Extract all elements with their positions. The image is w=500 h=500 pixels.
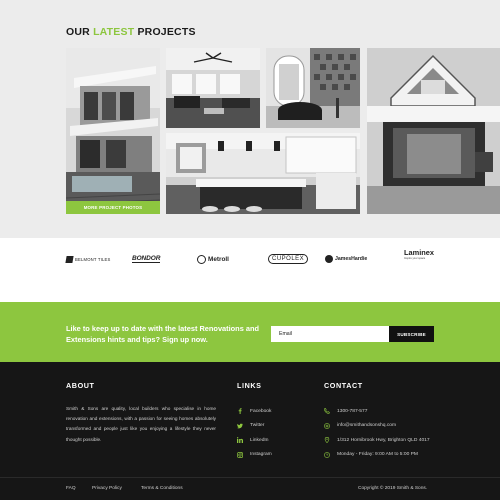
privacy-policy-link[interactable]: Privacy Policy bbox=[92, 486, 122, 491]
contact-hours: Monday - Friday: 9:00 AM to 5:00 PM bbox=[324, 448, 430, 462]
twitter-link[interactable]: Twitter bbox=[237, 419, 272, 433]
contact-address: 1/312 Hornibrook Hwy, Brighton QLD 4017 bbox=[324, 433, 430, 447]
newsletter-text: Like to keep up to date with the latest … bbox=[66, 324, 260, 344]
footer: ABOUT Smith & Sons are quality, local bu… bbox=[0, 362, 500, 500]
james-hardie-logo: JamesHardie bbox=[325, 250, 367, 268]
links-heading: LINKS bbox=[237, 381, 262, 390]
facebook-icon bbox=[237, 408, 243, 414]
section-title: OUR LATEST PROJECTS bbox=[66, 26, 196, 38]
faq-link[interactable]: FAQ bbox=[66, 486, 76, 491]
project-photo-bathroom[interactable] bbox=[266, 48, 360, 128]
title-accent: LATEST bbox=[93, 26, 135, 38]
email-icon bbox=[324, 422, 330, 429]
project-photo-house-facade[interactable] bbox=[367, 48, 500, 214]
contact-list: 1300-787-577 info@smithandsonshq.com 1/3… bbox=[324, 404, 430, 462]
brand-logos: BELMONT TILES BONDOR Metroll CUPOLEX Jam… bbox=[0, 238, 500, 302]
project-photo-kitchen[interactable] bbox=[166, 133, 360, 214]
laminex-logo: Laminex Inspire your space bbox=[404, 248, 434, 261]
facebook-link[interactable]: Facebook bbox=[237, 404, 272, 418]
title-prefix: OUR bbox=[66, 26, 90, 38]
contact-email[interactable]: info@smithandsonshq.com bbox=[324, 419, 430, 433]
newsletter-section: Like to keep up to date with the latest … bbox=[0, 302, 500, 362]
twitter-icon bbox=[237, 423, 243, 429]
linkedin-icon bbox=[237, 437, 243, 443]
metroll-ring-icon bbox=[197, 254, 206, 264]
terms-conditions-link[interactable]: Terms & Conditions bbox=[141, 486, 183, 491]
copyright-text: Copyright © 2019 Smith & Sons. bbox=[358, 486, 428, 491]
belmont-mark-icon bbox=[65, 255, 74, 263]
projects-section: OUR LATEST PROJECTS MORE PROJECT PHOTOS bbox=[0, 0, 500, 238]
instagram-link[interactable]: Instagram bbox=[237, 448, 272, 462]
more-project-photos-button[interactable]: MORE PROJECT PHOTOS bbox=[66, 201, 160, 214]
email-input[interactable] bbox=[271, 326, 389, 342]
project-photo-modern-house[interactable] bbox=[66, 48, 160, 214]
bondor-logo: BONDOR bbox=[132, 255, 161, 263]
social-links-list: Facebook Twitter LinkedIn Instagram bbox=[237, 404, 272, 462]
project-photo-living-room[interactable] bbox=[166, 48, 260, 128]
subscribe-button[interactable]: SUBSCRIBE bbox=[389, 326, 434, 342]
instagram-icon bbox=[237, 451, 243, 458]
linkedin-link[interactable]: LinkedIn bbox=[237, 433, 272, 447]
footer-bottom-bar: FAQ Privacy Policy Terms & Conditions Co… bbox=[0, 477, 500, 500]
contact-heading: CONTACT bbox=[324, 381, 363, 390]
about-heading: ABOUT bbox=[66, 381, 95, 390]
contact-phone[interactable]: 1300-787-577 bbox=[324, 404, 430, 418]
cupolex-logo: CUPOLEX bbox=[268, 250, 309, 268]
clock-icon bbox=[324, 451, 330, 458]
james-hardie-mark-icon bbox=[325, 255, 333, 263]
phone-icon bbox=[324, 408, 330, 414]
belmont-tiles-logo: BELMONT TILES bbox=[65, 250, 111, 268]
about-text: Smith & Sons are quality, local builders… bbox=[66, 406, 216, 442]
title-suffix: PROJECTS bbox=[137, 26, 196, 38]
metroll-logo: Metroll bbox=[197, 250, 229, 268]
location-icon bbox=[324, 437, 330, 443]
